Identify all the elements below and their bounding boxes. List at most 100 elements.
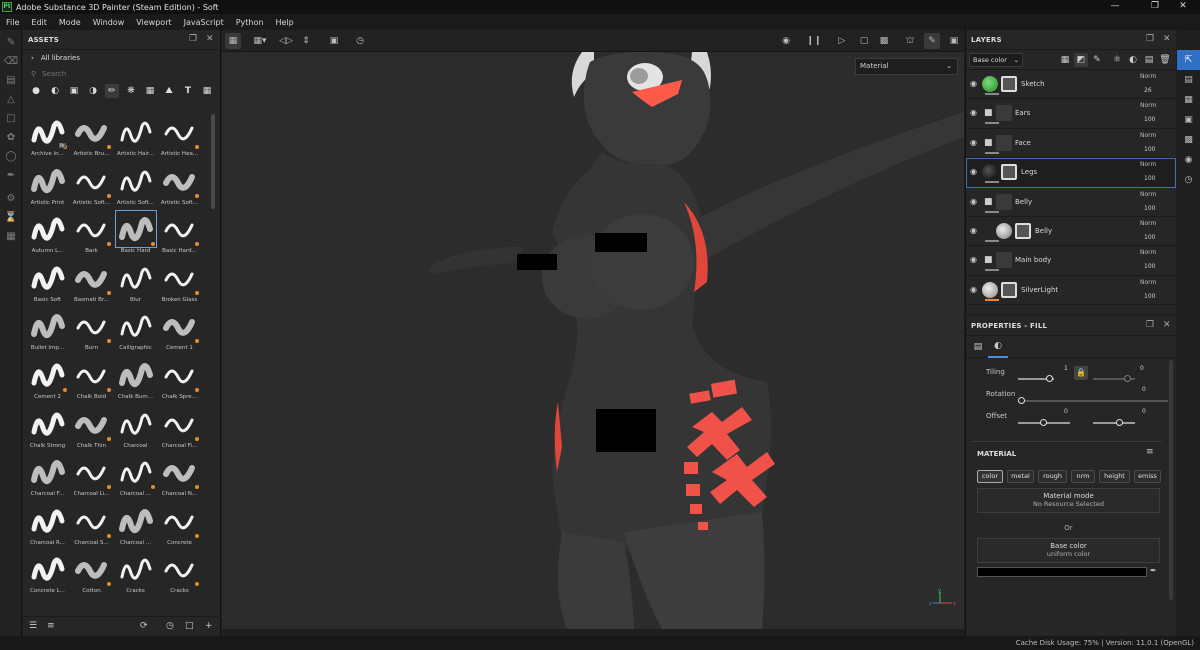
blend-mode[interactable]: Norm	[1140, 220, 1156, 227]
paint-brush-tool-icon[interactable]: ✎	[0, 33, 22, 52]
add-mask-icon[interactable]: ◩	[1074, 53, 1088, 67]
brush-tile[interactable]: Ps Archive In...	[26, 114, 69, 163]
layer-name[interactable]: Belly	[1035, 227, 1052, 235]
blend-mode[interactable]: Norm	[1140, 249, 1156, 256]
material-mode-button[interactable]: Material mode No Resource Selected	[977, 488, 1160, 513]
brush-tile[interactable]: Artistic Hea...	[158, 114, 201, 163]
opacity-value[interactable]: 100	[1144, 263, 1155, 270]
blend-mode[interactable]: Norm	[1140, 279, 1156, 286]
brush-tile[interactable]: Burn	[70, 308, 113, 357]
brush-tile[interactable]: Chalk Bum...	[114, 357, 157, 406]
offset-u-knob[interactable]	[1040, 419, 1047, 426]
projection-tool-icon[interactable]: ▤	[0, 71, 22, 90]
brush-tile[interactable]: Cracks	[114, 551, 157, 600]
viewer-settings-icon[interactable]: ▩	[1177, 130, 1200, 150]
close-panel-icon[interactable]: ✕	[1163, 34, 1171, 44]
tiling-knob[interactable]	[1046, 375, 1053, 382]
float-panel-icon[interactable]: ❐	[189, 34, 197, 44]
layer-row[interactable]: ◉ ■ Main body Norm 100	[966, 246, 1176, 276]
library-selector[interactable]: › All libraries	[23, 50, 220, 66]
history-tool-icon[interactable]: ⌛	[0, 208, 22, 227]
menu-file[interactable]: File	[0, 18, 25, 27]
mask-thumbnail[interactable]	[1001, 76, 1017, 92]
filter-environments-icon[interactable]: ⛰	[162, 84, 176, 98]
brush-tile[interactable]: Concrete	[158, 503, 201, 552]
bake-icon[interactable]: ⛫	[902, 33, 918, 49]
brush-tile[interactable]: Chalk Spre...	[158, 357, 201, 406]
menu-javascript[interactable]: JavaScript	[178, 18, 230, 27]
brush-tile[interactable]: Artistic Hair...	[114, 114, 157, 163]
pause-icon[interactable]: ❙❙	[806, 33, 822, 49]
opacity-value[interactable]: 100	[1144, 175, 1155, 182]
filter-textures-icon[interactable]: ▦	[143, 84, 157, 98]
menu-mode[interactable]: Mode	[53, 18, 87, 27]
menu-edit[interactable]: Edit	[25, 18, 53, 27]
brush-tile[interactable]: Charcoal	[114, 406, 157, 455]
hide-icon[interactable]: ◉	[778, 33, 794, 49]
close-panel-icon[interactable]: ✕	[206, 34, 214, 44]
material-mode-select[interactable]: Material ⌄	[855, 58, 958, 75]
channel-height-button[interactable]: height	[1099, 470, 1130, 483]
reset-view-icon[interactable]: ◷	[352, 33, 368, 49]
material-menu-icon[interactable]: ≡	[1146, 447, 1154, 457]
layer-row[interactable]: ◉ Legs Norm 100	[966, 158, 1176, 188]
visibility-eye-icon[interactable]: ◉	[970, 138, 977, 147]
clone-tool-icon[interactable]: ◯	[0, 147, 22, 166]
smudge-tool-icon[interactable]: ✿	[0, 128, 22, 147]
eraser-tool-icon[interactable]: ⌫	[0, 52, 22, 71]
lock-icon[interactable]: 🔒	[1074, 366, 1088, 380]
brush-tile[interactable]: Artistic Soft...	[114, 163, 157, 212]
brush-tile[interactable]: Cement 1	[158, 308, 201, 357]
layer-name[interactable]: Legs	[1021, 168, 1037, 176]
add-paint-layer-icon[interactable]: ✎	[1090, 53, 1104, 67]
brush-tile[interactable]: Charcoal N...	[158, 454, 201, 503]
blend-mode[interactable]: Norm	[1140, 161, 1156, 168]
menu-viewport[interactable]: Viewport	[130, 18, 177, 27]
color-picker-tool-icon[interactable]: ✒	[0, 166, 22, 185]
brush-tile[interactable]: Charcoal ...	[114, 503, 157, 552]
blend-mode[interactable]: Norm	[1140, 73, 1156, 80]
channel-rough-button[interactable]: rough	[1038, 470, 1067, 483]
close-window-icon[interactable]: ✕	[1166, 0, 1200, 14]
brush-tile[interactable]: Bullet Imp...	[26, 308, 69, 357]
brush-tile[interactable]: Calligraphic	[114, 308, 157, 357]
mask-thumbnail[interactable]	[1001, 164, 1017, 181]
float-panel-icon[interactable]: ❐	[1146, 34, 1154, 44]
channel-metal-button[interactable]: metal	[1007, 470, 1034, 483]
layer-name[interactable]: Belly	[1015, 198, 1032, 206]
list-view-icon[interactable]: ☰	[29, 621, 37, 631]
opacity-value[interactable]: 26	[1144, 87, 1152, 94]
opacity-value[interactable]: 100	[1144, 205, 1155, 212]
brush-tile[interactable]: Cracks	[158, 551, 201, 600]
filter-list-icon[interactable]: ≡	[47, 621, 55, 631]
channel-select[interactable]: Base color ⌄	[969, 53, 1023, 67]
menu-help[interactable]: Help	[269, 18, 299, 27]
mask-thumbnail[interactable]	[996, 134, 1012, 151]
mask-properties-tab-icon[interactable]: ◐	[988, 336, 1008, 358]
properties-scrollbar[interactable]	[1169, 360, 1173, 600]
share-icon[interactable]: ⇱	[1177, 50, 1200, 70]
opacity-value[interactable]: 100	[1144, 234, 1155, 241]
brush-tile[interactable]: Charcoal S...	[70, 503, 113, 552]
brush-tile[interactable]: Autumn L...	[26, 211, 69, 260]
layout-grid-icon[interactable]: ▦▾	[252, 33, 268, 49]
layer-thumbnail[interactable]	[982, 281, 998, 298]
shader-settings-icon[interactable]: ◉	[1177, 150, 1200, 170]
visibility-eye-icon[interactable]: ◉	[970, 108, 977, 117]
symmetry-icon[interactable]: ◁▷	[278, 33, 294, 49]
add-effect-icon[interactable]: ▦	[1058, 53, 1072, 67]
layer-name[interactable]: Ears	[1015, 109, 1030, 117]
layer-name[interactable]: Sketch	[1021, 80, 1045, 88]
new-folder-icon[interactable]: □	[185, 621, 194, 631]
bake-tool-icon[interactable]: ⚙	[0, 189, 22, 208]
opacity-value[interactable]: 100	[1144, 146, 1155, 153]
delete-layer-icon[interactable]: 🗑	[1158, 53, 1172, 67]
channel-color-button[interactable]: color	[977, 470, 1003, 483]
layer-row[interactable]: ◉ Sketch Norm 26	[966, 70, 1176, 100]
geometry-mask-tool-icon[interactable]: △	[0, 90, 22, 109]
channel-nrm-button[interactable]: nrm	[1071, 470, 1095, 483]
layer-row[interactable]: ◉ ■ Ears Norm 100	[966, 99, 1176, 129]
opacity-value[interactable]: 100	[1144, 116, 1155, 123]
rotation-slider[interactable]	[1018, 400, 1168, 402]
filter-materials-icon[interactable]: ●	[29, 84, 43, 98]
